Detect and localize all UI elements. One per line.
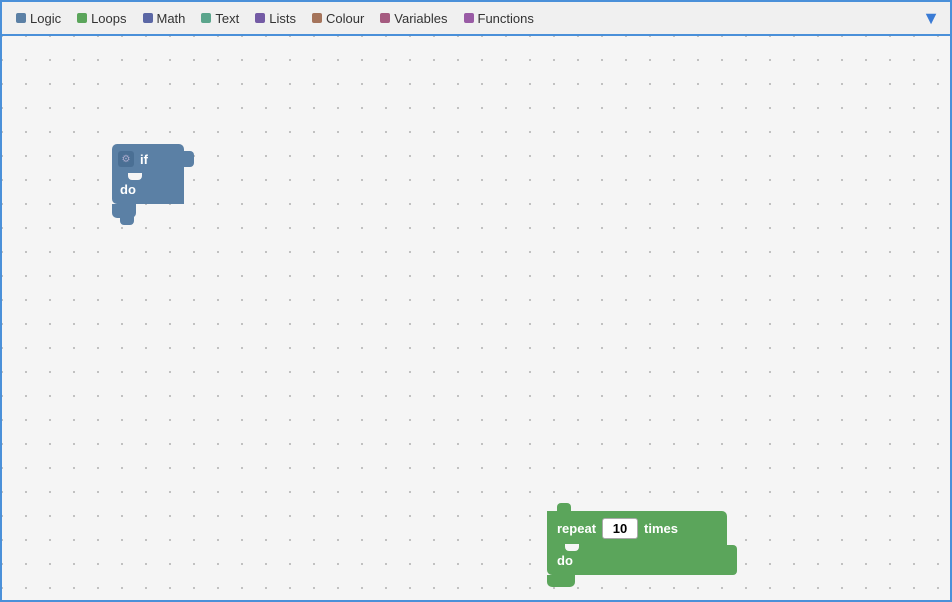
repeat-block[interactable]: repeat times do <box>547 498 727 587</box>
if-block-top: ⚙ if <box>112 144 184 174</box>
if-block-bottom-notch <box>120 217 134 225</box>
repeat-bottom-piece <box>547 575 575 587</box>
sidebar-item-variables[interactable]: Variables <box>372 7 455 30</box>
sidebar-item-loops[interactable]: Loops <box>69 7 134 30</box>
repeat-value-input[interactable] <box>602 518 638 539</box>
sidebar-item-lists[interactable]: Lists <box>247 7 304 30</box>
lists-label: Lists <box>269 11 296 26</box>
repeat-top-notch <box>557 503 571 511</box>
if-block-tail <box>112 204 136 218</box>
toolbar: Logic Loops Math Text Lists Colour <box>2 2 950 36</box>
loops-color-dot <box>77 13 87 23</box>
text-label: Text <box>215 11 239 26</box>
times-label: times <box>644 521 678 536</box>
if-right-notch <box>182 151 194 167</box>
logic-label: Logic <box>30 11 61 26</box>
repeat-do-slot <box>565 544 579 551</box>
repeat-do-label: do <box>557 553 573 568</box>
app-container: Logic Loops Math Text Lists Colour <box>0 0 952 602</box>
workspace[interactable]: ⚙ if do <box>2 36 950 600</box>
do-label: do <box>120 182 136 197</box>
functions-color-dot <box>464 13 474 23</box>
sidebar-item-functions[interactable]: Functions <box>456 7 542 30</box>
down-arrow-icon[interactable]: ▼ <box>922 8 940 29</box>
gear-icon: ⚙ <box>118 151 134 167</box>
math-label: Math <box>157 11 186 26</box>
sidebar-item-logic[interactable]: Logic <box>8 7 69 30</box>
lists-color-dot <box>255 13 265 23</box>
repeat-right-connector <box>725 545 737 575</box>
variables-color-dot <box>380 13 390 23</box>
if-do-slot <box>128 173 142 180</box>
colour-label: Colour <box>326 11 364 26</box>
logic-color-dot <box>16 13 26 23</box>
repeat-do-row: do <box>547 545 727 575</box>
sidebar-item-text[interactable]: Text <box>193 7 247 30</box>
variables-label: Variables <box>394 11 447 26</box>
functions-label: Functions <box>478 11 534 26</box>
colour-color-dot <box>312 13 322 23</box>
if-label: if <box>140 152 148 167</box>
math-color-dot <box>143 13 153 23</box>
if-block-do: do <box>112 174 184 204</box>
sidebar-item-colour[interactable]: Colour <box>304 7 372 30</box>
sidebar-item-math[interactable]: Math <box>135 7 194 30</box>
text-color-dot <box>201 13 211 23</box>
if-block[interactable]: ⚙ if do <box>112 144 184 218</box>
loops-label: Loops <box>91 11 126 26</box>
repeat-top-row: repeat times <box>547 511 727 545</box>
repeat-label: repeat <box>557 521 596 536</box>
